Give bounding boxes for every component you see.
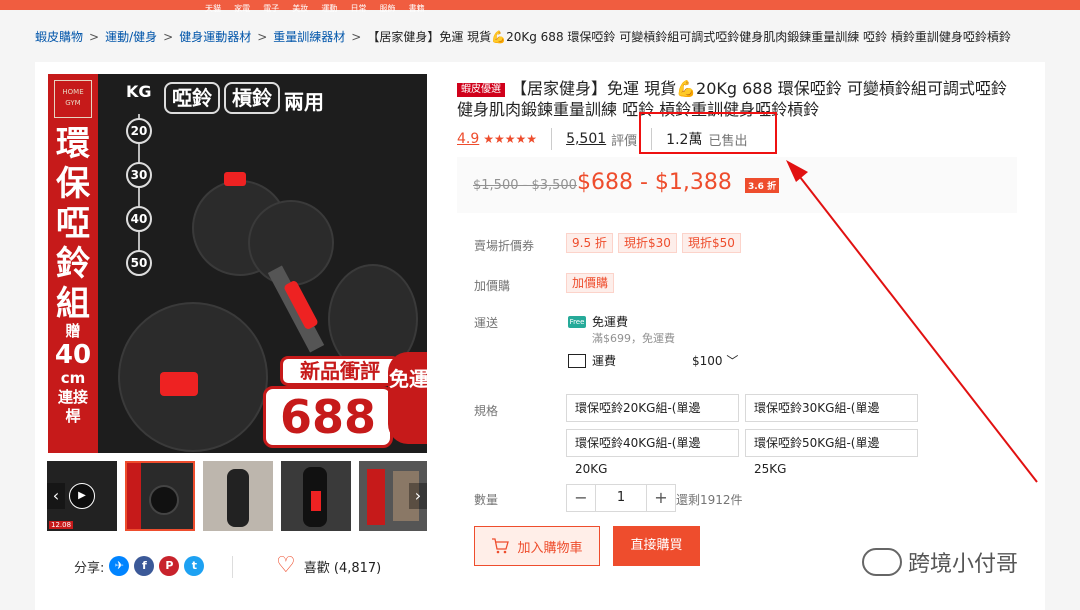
annotation-arrow bbox=[786, 160, 1038, 483]
watermark: 跨境小付哥 bbox=[862, 546, 1018, 578]
wechat-icon bbox=[862, 548, 902, 576]
annotation-arrow-line bbox=[792, 167, 1038, 483]
watermark-text: 跨境小付哥 bbox=[908, 552, 1019, 577]
annotation-arrow-head bbox=[786, 160, 808, 182]
